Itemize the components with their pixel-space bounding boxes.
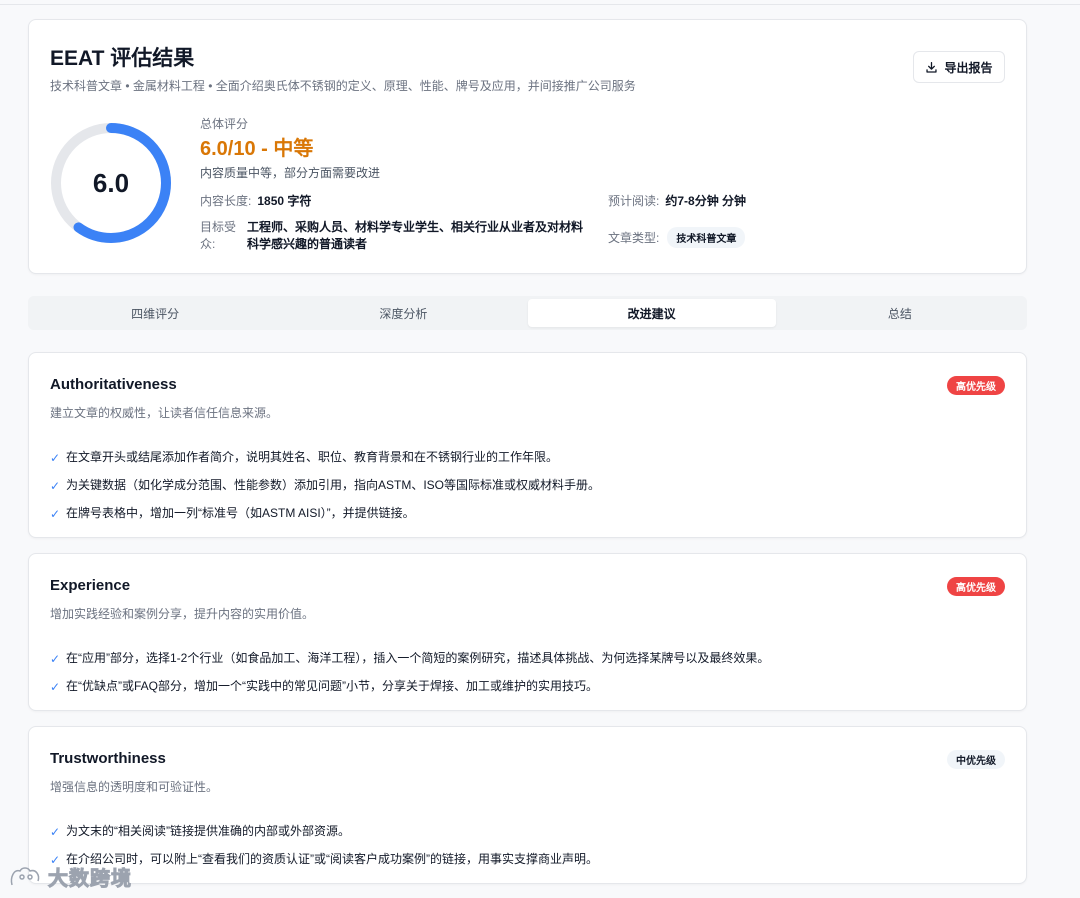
- suggestion-item-text: 在“优缺点”或FAQ部分，增加一个“实践中的常见问题”小节，分享关于焊接、加工或…: [66, 678, 598, 693]
- priority-badge: 高优先级: [947, 577, 1005, 596]
- overall-score-description: 内容质量中等，部分方面需要改进: [200, 166, 381, 180]
- suggestion-item: ✓ 在文章开头或结尾添加作者简介，说明其姓名、职位、教育背景和在不锈钢行业的工作年…: [50, 442, 1005, 470]
- content-length: 内容长度: 1850 字符: [200, 192, 311, 209]
- target-audience-label: 目标受众:: [200, 220, 237, 251]
- suggestion-card-experience: Experience 增加实践经验和案例分享，提升内容的实用价值。 高优先级 ✓…: [28, 553, 1027, 711]
- priority-badge: 中优先级: [947, 750, 1005, 769]
- suggestion-title: Authoritativeness: [50, 376, 177, 393]
- suggestion-item: ✓ 为关键数据（如化学成分范围、性能参数）添加引用，指向ASTM、ISO等国际标准…: [50, 470, 1005, 498]
- suggestion-item-text: 为关键数据（如化学成分范围、性能参数）添加引用，指向ASTM、ISO等国际标准或…: [66, 477, 601, 492]
- suggestion-item-text: 在“应用”部分，选择1-2个行业（如食品加工、海洋工程），插入一个简短的案例研究…: [66, 650, 770, 665]
- suggestion-item: ✓ 在牌号表格中，增加一列“标准号（如ASTM AISI）”，并提供链接。: [50, 498, 1005, 526]
- check-icon: ✓: [50, 652, 61, 666]
- export-report-button[interactable]: 导出报告: [913, 51, 1005, 83]
- watermark-text: 大数跨境: [48, 868, 132, 891]
- download-icon: [926, 61, 938, 73]
- reading-time-label: 预计阅读:: [608, 194, 660, 208]
- suggestion-item: ✓ 在介绍公司时，可以附上“查看我们的资质认证”或“阅读客户成功案例”的链接，用事…: [50, 844, 1005, 872]
- article-type-label: 文章类型:: [608, 231, 660, 245]
- overall-score-label: 总体评分: [200, 117, 249, 131]
- tab-improvement-suggestions[interactable]: 改进建议: [527, 299, 776, 327]
- suggestion-list: ✓ 为文末的“相关阅读”链接提供准确的内部或外部资源。 ✓ 在介绍公司时，可以附上“…: [50, 816, 1005, 872]
- watermark-logo-icon: [10, 866, 40, 885]
- priority-badge: 高优先级: [947, 376, 1005, 395]
- check-icon: ✓: [50, 507, 61, 521]
- suggestion-item-text: 在牌号表格中，增加一列“标准号（如ASTM AISI）”，并提供链接。: [66, 505, 415, 520]
- article-type: 文章类型: 技术科普文章: [608, 227, 746, 248]
- suggestion-item: ✓ 在“优缺点”或FAQ部分，增加一个“实践中的常见问题”小节，分享关于焊接、加工…: [50, 671, 1005, 699]
- check-icon: ✓: [50, 479, 61, 493]
- score-ring-value: 6.0: [92, 167, 130, 198]
- check-icon: ✓: [50, 680, 61, 694]
- tab-deep-analysis[interactable]: 深度分析: [279, 299, 527, 327]
- check-icon: ✓: [50, 825, 61, 839]
- content-length-value: 1850 字符: [257, 194, 312, 208]
- target-audience-value: 工程师、采购人员、材料学专业学生、相关行业从业者及对材料科学感兴趣的普通读者: [247, 220, 584, 251]
- page-subtitle: 技术科普文章 • 金属材料工程 • 全面介绍奥氏体不锈钢的定义、原理、性能、牌号…: [50, 79, 636, 93]
- tab-summary[interactable]: 总结: [776, 299, 1024, 327]
- result-tabs: 四维评分 深度分析 改进建议 总结: [28, 296, 1027, 330]
- check-icon: ✓: [50, 451, 61, 465]
- reading-time: 预计阅读: 约7-8分钟 分钟: [608, 192, 746, 209]
- suggestion-card-trustworthiness: Trustworthiness 增强信息的透明度和可验证性。 中优先级 ✓ 为文末…: [28, 726, 1027, 884]
- suggestion-item: ✓ 在“应用”部分，选择1-2个行业（如食品加工、海洋工程），插入一个简短的案例研…: [50, 643, 1005, 671]
- suggestion-list: ✓ 在文章开头或结尾添加作者简介，说明其姓名、职位、教育背景和在不锈钢行业的工作年…: [50, 442, 1005, 526]
- suggestion-title: Experience: [50, 577, 131, 594]
- result-summary-card: EEAT 评估结果 技术科普文章 • 金属材料工程 • 全面介绍奥氏体不锈钢的定…: [28, 19, 1027, 274]
- suggestion-item-text: 在文章开头或结尾添加作者简介，说明其姓名、职位、教育背景和在不锈钢行业的工作年限…: [66, 449, 559, 464]
- overall-score-value: 6.0/10 - 中等: [200, 138, 314, 160]
- top-divider: [0, 4, 1080, 5]
- article-type-badge: 技术科普文章: [667, 227, 746, 248]
- suggestion-description: 建立文章的权威性，让读者信任信息来源。: [50, 406, 279, 420]
- export-report-label: 导出报告: [944, 60, 993, 75]
- suggestion-item-text: 在介绍公司时，可以附上“查看我们的资质认证”或“阅读客户成功案例”的链接，用事实…: [66, 851, 598, 866]
- page-title: EEAT 评估结果: [50, 47, 195, 70]
- suggestion-item-text: 为文末的“相关阅读”链接提供准确的内部或外部资源。: [66, 823, 350, 838]
- suggestion-description: 增加实践经验和案例分享，提升内容的实用价值。: [50, 607, 315, 621]
- suggestion-item: ✓ 为文末的“相关阅读”链接提供准确的内部或外部资源。: [50, 816, 1005, 844]
- suggestion-card-authoritativeness: Authoritativeness 建立文章的权威性，让读者信任信息来源。 高优…: [28, 352, 1027, 538]
- suggestion-list: ✓ 在“应用”部分，选择1-2个行业（如食品加工、海洋工程），插入一个简短的案例研…: [50, 643, 1005, 699]
- watermark: 大数跨境: [8, 862, 132, 891]
- tab-dimension-scores[interactable]: 四维评分: [31, 299, 279, 327]
- reading-time-value: 约7-8分钟 分钟: [665, 194, 747, 208]
- suggestion-title: Trustworthiness: [50, 750, 166, 767]
- content-length-label: 内容长度:: [200, 194, 252, 208]
- suggestion-description: 增强信息的透明度和可验证性。: [50, 780, 219, 794]
